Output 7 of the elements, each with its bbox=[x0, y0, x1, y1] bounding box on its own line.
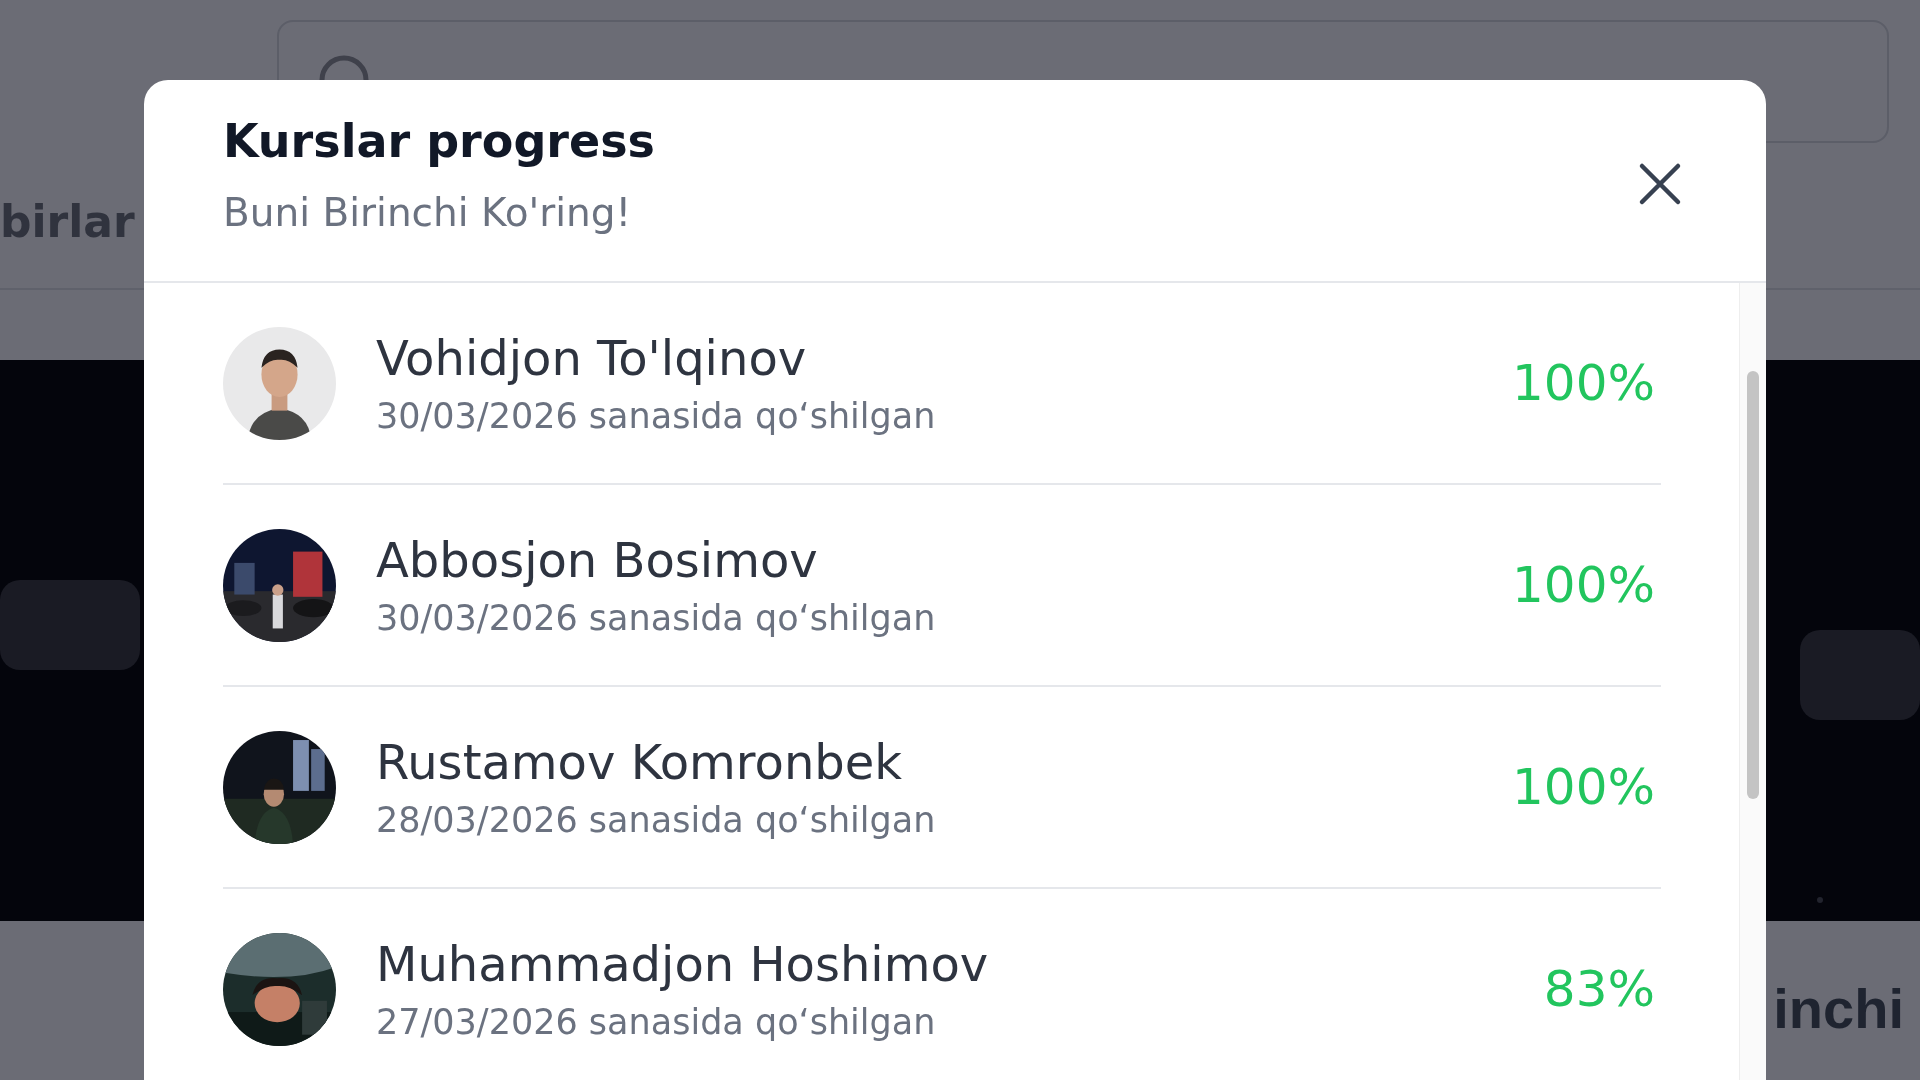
section-title: birlar bbox=[0, 196, 135, 247]
card-title: inchi bbox=[1773, 976, 1904, 1041]
dialog-title: Kurslar progress bbox=[223, 114, 655, 168]
dialog-subtitle: Buni Birinchi Ko'ring! bbox=[223, 190, 632, 235]
progress-percent: 83% bbox=[1543, 960, 1656, 1018]
join-date: 27/03/2026 sanasida qo‘shilgan bbox=[376, 1002, 936, 1042]
student-name: Muhammadjon Hoshimov bbox=[376, 936, 989, 992]
